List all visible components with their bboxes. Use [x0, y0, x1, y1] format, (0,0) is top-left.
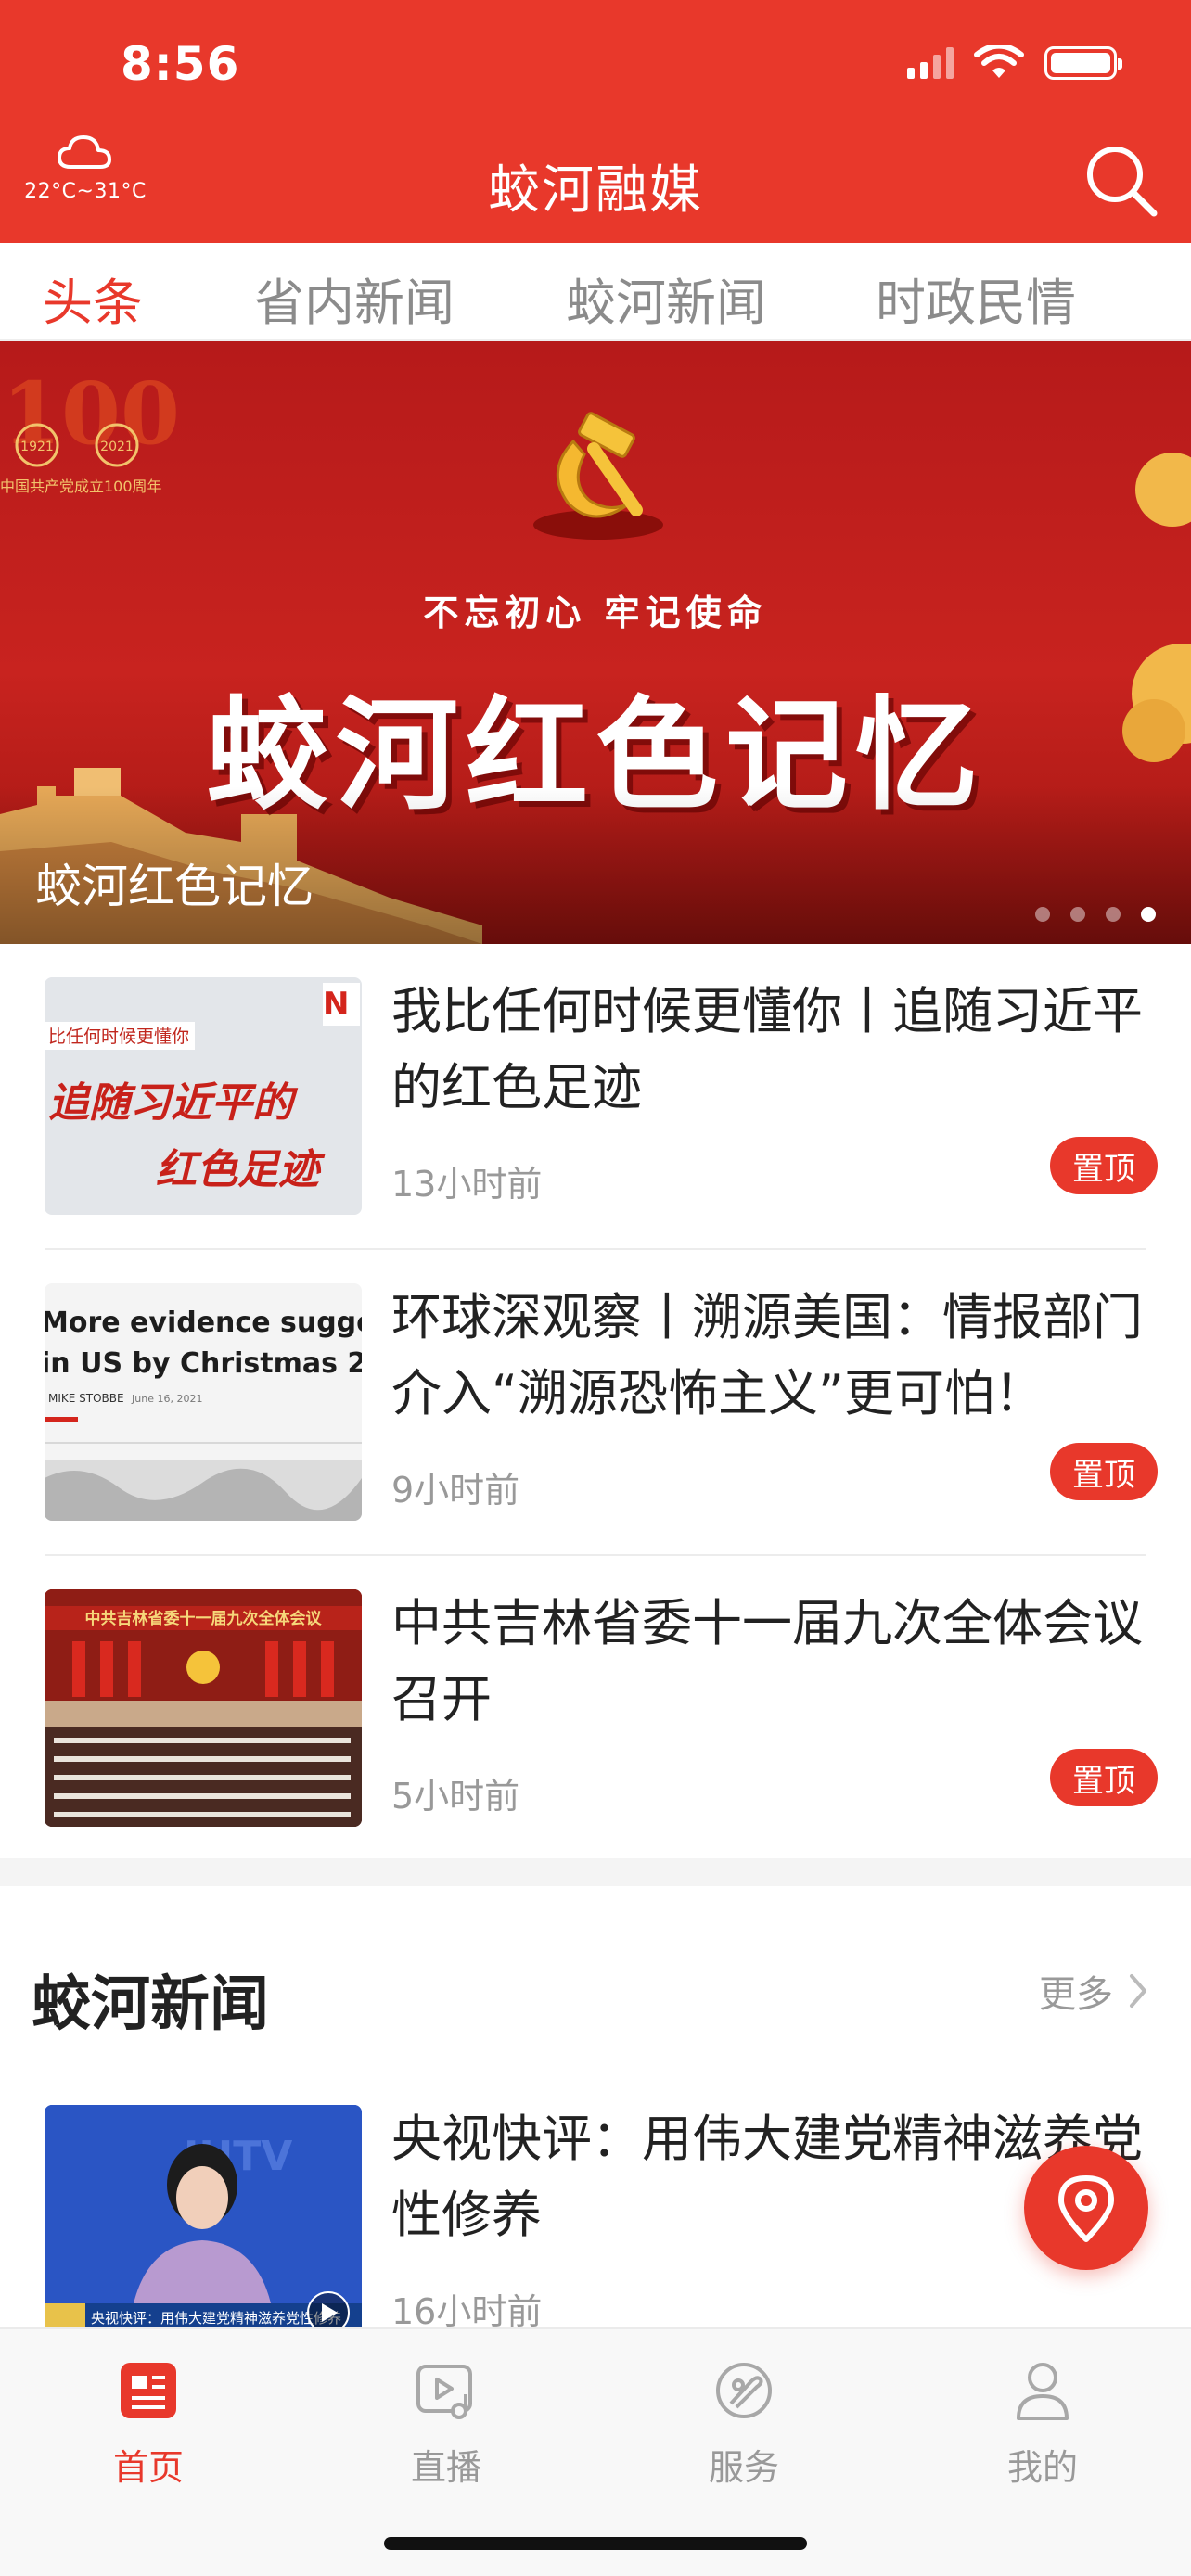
thumb-text: MIKE STOBBE — [48, 1392, 124, 1405]
thumb-text: 央视快评：用伟大建党精神滋养党性修养 — [91, 2310, 341, 2327]
emblem-text: 中国共产党成立100周年 — [0, 478, 162, 495]
news-time: 5小时前 — [391, 1776, 520, 1817]
tab-headlines[interactable]: 头条 — [24, 261, 161, 335]
thumb-text: 比任何时候更懂你 — [48, 1027, 189, 1047]
carousel-dot-active[interactable] — [1141, 907, 1156, 922]
more-label: 更多 — [1039, 1973, 1113, 2016]
pinned-badge: 置顶 — [1050, 1443, 1158, 1500]
tabbar-label: 首页 — [112, 2447, 184, 2488]
news-title: 环球深观察丨溯源美国：情报部门介入“溯源恐怖主义”更可怕！ — [391, 1288, 1143, 1422]
app-header: 8:56 22°C~31°C 蛟河融媒 — [0, 0, 1191, 243]
news-title: 我比任何时候更懂你丨追随习近平的红色足迹 — [391, 982, 1143, 1116]
tab-more-partial[interactable]: ᅳ — [1171, 261, 1191, 335]
more-link[interactable]: 更多 — [1039, 1964, 1148, 2018]
status-time: 8:56 — [121, 37, 240, 91]
carousel-dot[interactable] — [1035, 907, 1050, 922]
news-title: 中共吉林省委十一届九次全体会议召开 — [391, 1594, 1143, 1728]
news-thumbnail: 比任何时候更懂你 N 追随习近平的 红色足迹 — [45, 977, 362, 1215]
service-icon — [716, 2363, 772, 2418]
news-thumbnail: More evidence suggests COV in US by Chri… — [45, 1283, 362, 1521]
tabbar-profile[interactable]: 我的 — [950, 2357, 1135, 2490]
carousel-dots[interactable] — [1035, 907, 1156, 922]
news-icon — [121, 2363, 176, 2418]
news-time: 16小时前 — [391, 2291, 543, 2332]
chevron-right-icon — [1130, 1974, 1146, 2008]
news-thumbnail: 中共吉林省委十一届九次全体会议 — [45, 1589, 362, 1827]
category-tabs: 头条 省内新闻 蛟河新闻 时政民情 ᅳ — [0, 243, 1191, 341]
profile-icon — [1017, 2363, 1069, 2420]
tabbar-home[interactable]: 首页 — [56, 2357, 241, 2490]
news-item[interactable]: More evidence suggests COV in US by Chri… — [45, 1250, 1158, 1556]
carousel-dot[interactable] — [1070, 907, 1085, 922]
pinned-badge: 置顶 — [1050, 1749, 1158, 1806]
location-button[interactable] — [1024, 2146, 1148, 2270]
thumb-text: More evidence suggests COV — [45, 1307, 362, 1339]
news-time: 9小时前 — [391, 1470, 520, 1511]
thumb-text: in US by Christmas 2019 — [45, 1347, 362, 1380]
svg-text:N: N — [323, 986, 349, 1023]
news-time: 13小时前 — [391, 1164, 543, 1205]
app-title: 蛟河融媒 — [488, 160, 703, 221]
tabbar-label: 我的 — [1006, 2447, 1078, 2488]
hero-banner[interactable]: 100 1921 2021 中国共产党成立100周年 不忘初心 牢记使命 蛟河红… — [0, 341, 1191, 944]
tab-politics[interactable]: 时政民情 — [857, 261, 1095, 335]
status-icons — [907, 45, 1122, 82]
search-icon[interactable] — [1080, 139, 1163, 223]
emblem-year-1921: 1921 — [20, 440, 54, 454]
centenary-emblem: 100 1921 2021 中国共产党成立100周年 — [0, 376, 180, 495]
banner-caption: 蛟河红色记忆 — [35, 860, 314, 913]
thumb-text: 追随习近平的 — [48, 1079, 299, 1127]
banner-subtitle: 不忘初心 牢记使命 — [423, 592, 768, 633]
carousel-dot[interactable] — [1106, 907, 1121, 922]
cellular-signal-icon — [907, 47, 954, 79]
live-icon — [416, 2365, 472, 2419]
emblem-year-2021: 2021 — [100, 440, 134, 454]
tabbar-label: 直播 — [410, 2447, 481, 2488]
tab-jiaohe-news[interactable]: 蛟河新闻 — [547, 261, 785, 335]
thumb-text: June 16, 2021 — [131, 1393, 202, 1405]
news-item[interactable]: 中共吉林省委十一届九次全体会议 中共吉林省委十一届九次全体会议召开 5小时前 置… — [45, 1556, 1158, 1862]
section-gap — [0, 1858, 1191, 1886]
location-pin-icon — [1058, 2175, 1114, 2242]
tabbar-service[interactable]: 服务 — [651, 2357, 837, 2490]
wifi-icon — [974, 45, 1024, 78]
battery-icon — [1044, 46, 1122, 80]
thumb-text: 中共吉林省委十一届九次全体会议 — [85, 1609, 323, 1628]
news-item[interactable]: 比任何时候更懂你 N 追随习近平的 红色足迹 我比任何时候更懂你丨追随习近平的红… — [45, 944, 1158, 1250]
section-title: 蛟河新闻 — [32, 1970, 269, 2039]
tabbar-label: 服务 — [708, 2447, 779, 2488]
pinned-badge: 置顶 — [1050, 1137, 1158, 1194]
tabbar-live[interactable]: 直播 — [353, 2357, 539, 2490]
tab-provincial-news[interactable]: 省内新闻 — [236, 261, 473, 335]
party-emblem-icon — [533, 412, 663, 540]
news-thumbnail: JHTV 央视快评：用伟大建党精神滋养党性修养 — [45, 2105, 362, 2342]
home-indicator[interactable] — [384, 2537, 807, 2550]
thumb-text: 红色足迹 — [156, 1146, 326, 1193]
